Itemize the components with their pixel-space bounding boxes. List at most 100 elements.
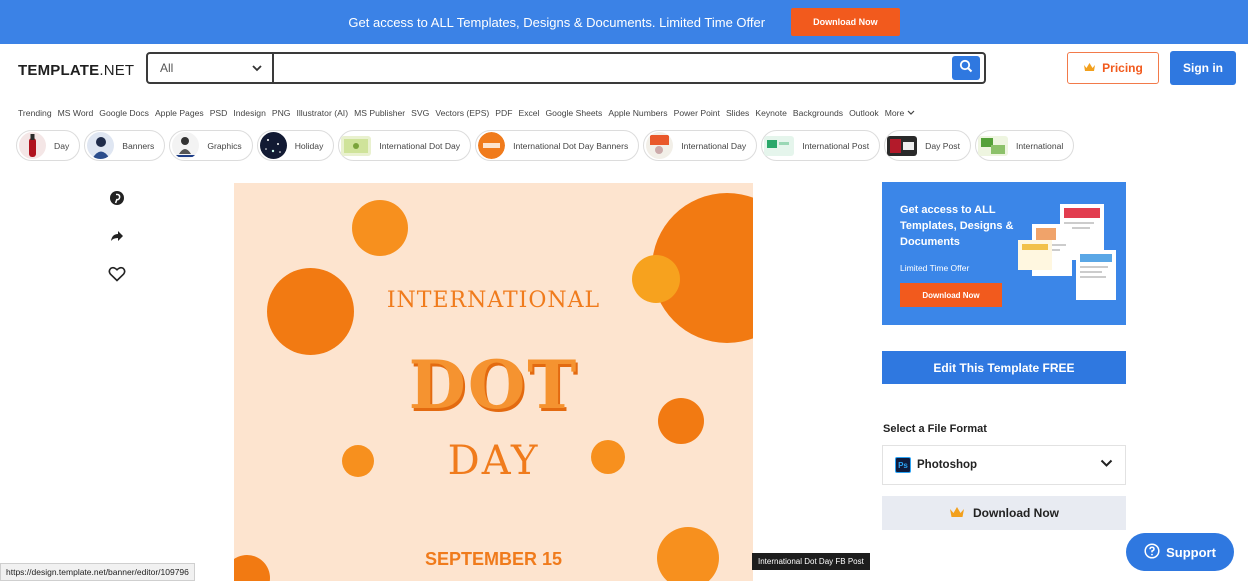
edit-template-button[interactable]: Edit This Template FREE — [882, 351, 1126, 384]
chip-label: Day — [54, 140, 70, 151]
category-nav: Trending MS Word Google Docs Apple Pages… — [18, 108, 915, 118]
chip-thumbnail — [19, 132, 46, 159]
sign-in-button[interactable]: Sign in — [1170, 51, 1236, 85]
chip-label: Day Post — [925, 140, 960, 151]
site-logo[interactable]: TEMPLATE.NET — [18, 62, 134, 79]
chip-international-post[interactable]: International Post — [761, 130, 881, 161]
search-input[interactable] — [274, 54, 952, 82]
chip-international-dot-day[interactable]: International Dot Day — [338, 130, 472, 161]
chip-label: Holiday — [294, 140, 324, 151]
chip-graphics[interactable]: Graphics — [169, 130, 253, 161]
chip-international[interactable]: International — [975, 130, 1075, 161]
chip-day-post[interactable]: Day Post — [884, 130, 971, 161]
nav-item[interactable]: Trending — [18, 108, 52, 118]
chevron-down-icon — [1100, 459, 1113, 471]
download-now-label: Download Now — [973, 506, 1059, 520]
heart-icon[interactable] — [108, 266, 126, 287]
nav-item[interactable]: PNG — [272, 108, 291, 118]
chip-label: Graphics — [207, 140, 242, 151]
search-category-select[interactable]: All — [148, 54, 274, 82]
pinterest-icon[interactable] — [109, 190, 125, 211]
nav-item[interactable]: Backgrounds — [793, 108, 843, 118]
support-label: Support — [1166, 544, 1216, 560]
promo-download-button[interactable]: Download Now — [900, 283, 1002, 307]
nav-item[interactable]: Slides — [726, 108, 749, 118]
chevron-down-icon — [252, 61, 262, 75]
search-button[interactable] — [952, 56, 980, 80]
preview-title-line3: DAY — [447, 438, 540, 484]
chevron-down-icon — [907, 110, 915, 115]
share-arrow-icon[interactable] — [109, 229, 125, 248]
status-bar-url: https://design.template.net/banner/edito… — [0, 563, 195, 581]
nav-item[interactable]: Apple Pages — [155, 108, 204, 118]
related-chips: Day Banners Graphics Holiday Internation… — [16, 130, 1075, 162]
nav-item[interactable]: MS Publisher — [354, 108, 405, 118]
logo-bold: TEMPLATE — [18, 62, 100, 79]
chip-label: International Day — [681, 140, 747, 151]
preview-date: SEPTEMBER 15 — [424, 549, 563, 569]
nav-item[interactable]: Power Point — [674, 108, 720, 118]
search-bar: All — [146, 52, 986, 84]
logo-light: .NET — [99, 62, 135, 79]
document-stack-illustration — [1018, 202, 1118, 302]
file-format-select[interactable]: Ps Photoshop — [882, 445, 1126, 485]
nav-item[interactable]: PDF — [495, 108, 512, 118]
chip-thumbnail — [764, 135, 795, 156]
preview-title-line1: INTERNATIONAL — [386, 288, 601, 313]
chip-thumbnail — [87, 132, 115, 159]
chip-banners[interactable]: Banners — [84, 130, 166, 161]
download-now-button[interactable]: Download Now — [882, 496, 1126, 530]
format-value: Photoshop — [917, 459, 978, 471]
nav-more-label: More — [884, 108, 905, 118]
chip-thumbnail — [341, 135, 372, 156]
chip-label: International Dot Day Banners — [513, 140, 629, 151]
chip-label: International Dot Day — [379, 140, 461, 151]
search-category-value: All — [160, 61, 174, 75]
chip-thumbnail — [646, 132, 674, 159]
promo-subtitle: Limited Time Offer — [900, 263, 970, 273]
top-promo-banner: Get access to ALL Templates, Designs & D… — [0, 0, 1248, 44]
help-circle-icon — [1144, 542, 1160, 562]
nav-item[interactable]: Outlook — [849, 108, 879, 118]
promo-card: Get access to ALL Templates, Designs & D… — [882, 182, 1126, 325]
photoshop-icon: Ps — [895, 457, 911, 473]
format-heading: Select a File Format — [883, 423, 987, 435]
nav-item[interactable]: Google Sheets — [546, 108, 603, 118]
pricing-label: Pricing — [1102, 61, 1143, 75]
chip-holiday[interactable]: Holiday — [256, 130, 335, 161]
pricing-button[interactable]: Pricing — [1067, 52, 1159, 84]
crown-icon — [1083, 61, 1096, 75]
chip-label: Banners — [122, 140, 155, 151]
chip-label: International Post — [802, 140, 870, 151]
preview-tooltip: International Dot Day FB Post — [752, 553, 870, 570]
crown-icon — [949, 506, 965, 521]
nav-item[interactable]: MS Word — [58, 108, 94, 118]
template-preview[interactable]: INTERNATIONAL DOT DAY SEPTEMBER 15 — [234, 183, 753, 581]
nav-item[interactable]: Excel — [518, 108, 539, 118]
nav-item[interactable]: Keynote — [755, 108, 787, 118]
top-banner-download-button[interactable]: Download Now — [791, 8, 900, 36]
nav-item[interactable]: Vectors (EPS) — [435, 108, 489, 118]
chip-thumbnail — [478, 132, 506, 159]
nav-item[interactable]: Apple Numbers — [608, 108, 667, 118]
nav-item[interactable]: Illustrator (AI) — [296, 108, 348, 118]
nav-item[interactable]: Google Docs — [99, 108, 149, 118]
chip-thumbnail — [259, 132, 287, 159]
chip-thumbnail — [172, 132, 200, 159]
chip-thumbnail — [887, 135, 918, 156]
preview-title-line2: DOT — [408, 346, 579, 424]
chip-international-dot-day-banners[interactable]: International Dot Day Banners — [475, 130, 640, 161]
dot-decoration — [352, 200, 408, 256]
nav-item[interactable]: SVG — [411, 108, 429, 118]
share-actions — [108, 190, 126, 287]
support-button[interactable]: Support — [1126, 533, 1234, 571]
top-banner-text: Get access to ALL Templates, Designs & D… — [348, 14, 766, 30]
chip-day[interactable]: Day — [16, 130, 81, 161]
nav-item[interactable]: Indesign — [233, 108, 266, 118]
chip-international-day[interactable]: International Day — [643, 130, 758, 161]
nav-more[interactable]: More — [885, 108, 915, 118]
nav-item[interactable]: PSD — [210, 108, 228, 118]
chip-label: International — [1016, 140, 1064, 151]
search-icon — [959, 59, 973, 78]
chip-thumbnail — [978, 135, 1008, 156]
